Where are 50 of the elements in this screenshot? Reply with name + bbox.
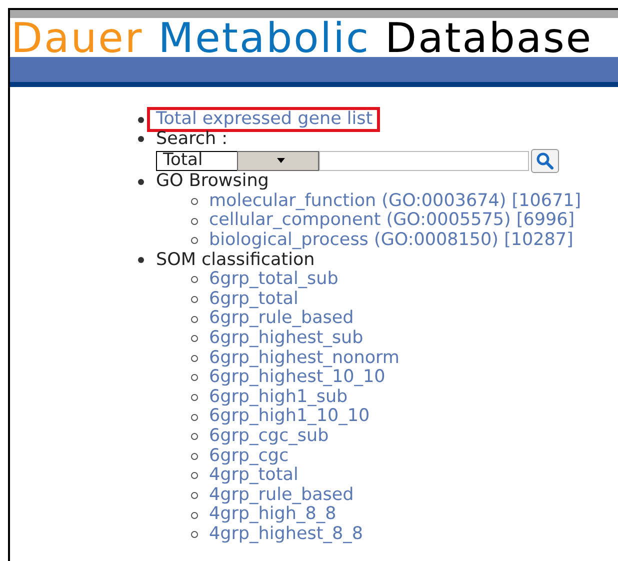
category-link[interactable]: 4grp_highest_8_8: [209, 524, 363, 544]
category-link[interactable]: 6grp_highest_10_10: [209, 368, 386, 388]
category-link[interactable]: 6grp_total: [209, 290, 298, 310]
bullet-icon: [191, 394, 198, 402]
category-link[interactable]: 4grp_high_8_8: [209, 505, 336, 525]
gene-list-link[interactable]: Total expressed gene list: [156, 110, 373, 130]
bullet-icon: [191, 374, 198, 382]
section-label: Search :: [156, 130, 228, 150]
bullet-icon: [138, 257, 144, 264]
category-link[interactable]: biological_process (GO:0008150) [10287]: [209, 230, 574, 251]
bullet-icon: [138, 178, 144, 185]
bullet-icon: [191, 237, 198, 244]
section-label: SOM classification: [156, 250, 315, 270]
scope-dropdown[interactable]: Total: [156, 150, 319, 171]
category-link[interactable]: 6grp_total_sub: [209, 270, 338, 290]
bullet-icon: [191, 472, 198, 480]
site-title-word: Metabolic: [158, 19, 370, 57]
bullet-icon: [191, 414, 198, 421]
search-field[interactable]: [319, 150, 529, 171]
category-link[interactable]: 6grp_cgc_sub: [209, 426, 329, 446]
bullet-icon: [138, 116, 144, 123]
bullet-icon: [138, 136, 144, 142]
bullet-icon: [191, 316, 198, 323]
bullet-icon: [191, 354, 198, 362]
category-link[interactable]: 4grp_rule_based: [209, 486, 354, 506]
bullet-icon: [191, 198, 198, 206]
bullet-icon: [191, 433, 198, 440]
category-link[interactable]: 6grp_high1_sub: [209, 388, 348, 408]
section-label: GO Browsing: [156, 172, 269, 192]
bullet-icon: [191, 218, 198, 225]
category-link[interactable]: 6grp_highest_sub: [209, 328, 364, 349]
site-title-word: Database: [385, 19, 593, 57]
bullet-icon: [191, 531, 198, 538]
category-link[interactable]: cellular_component (GO:0005575) [6996]: [209, 211, 575, 231]
bullet-icon: [191, 452, 198, 460]
bullet-icon: [191, 296, 198, 304]
bullet-icon: [191, 492, 198, 499]
category-link[interactable]: 6grp_highest_nonorm: [209, 348, 400, 368]
caret-icon: [277, 158, 285, 164]
bullet-icon: [191, 335, 198, 342]
category-link[interactable]: 6grp_rule_based: [209, 309, 354, 329]
category-link[interactable]: 6grp_high1_10_10: [209, 407, 370, 427]
search-button[interactable]: [531, 148, 559, 173]
site-title-word: Dauer: [11, 19, 144, 57]
category-link[interactable]: molecular_function (GO:0003674) [10671]: [209, 192, 582, 212]
category-link[interactable]: 4grp_total: [209, 466, 298, 486]
bullet-icon: [191, 276, 198, 284]
bullet-icon: [191, 512, 198, 519]
category-link[interactable]: 6grp_cgc: [209, 446, 289, 466]
search-icon: [536, 152, 554, 170]
